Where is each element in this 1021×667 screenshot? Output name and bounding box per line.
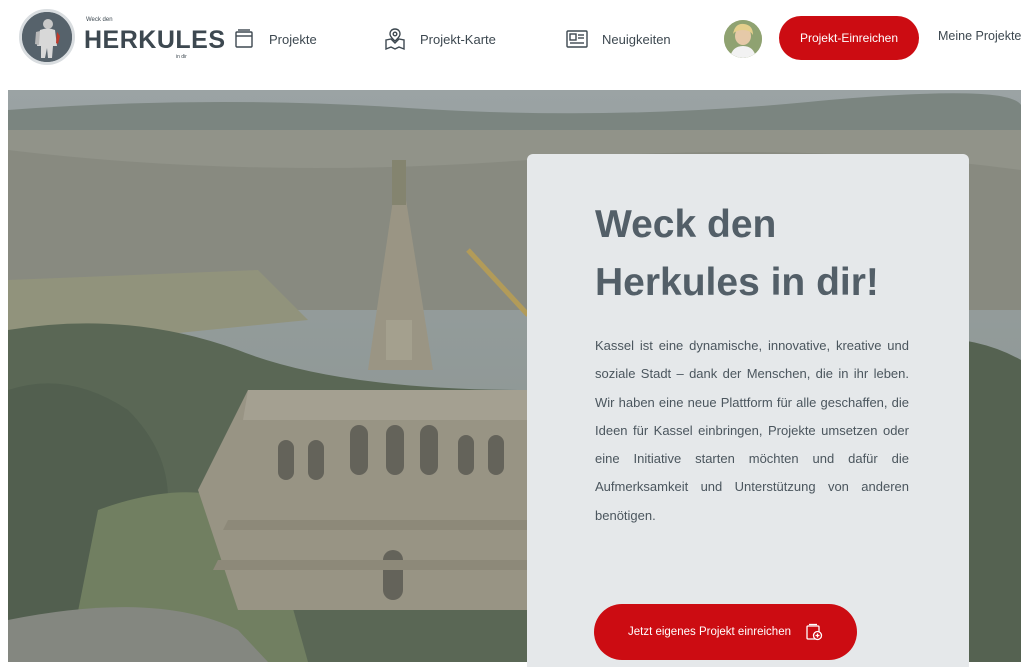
cta-label: Jetzt eigenes Projekt einreichen bbox=[627, 626, 791, 638]
logo-wordmark: HERKULES bbox=[84, 26, 226, 54]
newspaper-icon bbox=[565, 27, 589, 51]
logo-tagline: Weck den bbox=[86, 17, 113, 23]
nav-item-label: Neuigkeiten bbox=[602, 31, 671, 47]
hero-card: Weck den Herkules in dir! Kassel ist ein… bbox=[527, 154, 969, 667]
logo-suffix: in dir bbox=[176, 54, 187, 60]
site-header: Weck den HERKULES in dir Projekte Projek… bbox=[0, 0, 1021, 90]
nav-item-label: Projekte bbox=[269, 31, 317, 47]
add-document-icon bbox=[805, 623, 823, 641]
hero-title: Weck den Herkules in dir! bbox=[595, 196, 915, 312]
hercules-logo-icon bbox=[19, 9, 75, 65]
site-logo[interactable]: Weck den HERKULES in dir bbox=[19, 9, 225, 65]
hero-title-line1: Weck den bbox=[595, 203, 777, 246]
folder-icon bbox=[232, 27, 256, 51]
hero-title-line2: Herkules in dir! bbox=[595, 261, 879, 304]
hero-description: Kassel ist eine dynamische, innovative, … bbox=[595, 338, 909, 523]
nav-item-label: Projekt-Karte bbox=[420, 31, 496, 47]
map-pin-icon bbox=[383, 27, 407, 51]
nav-item-projekte[interactable]: Projekte bbox=[232, 22, 317, 56]
my-projects-link[interactable]: Meine Projekte bbox=[938, 29, 1021, 43]
nav-item-projekt-karte[interactable]: Projekt-Karte bbox=[383, 22, 496, 56]
user-avatar[interactable] bbox=[724, 20, 762, 58]
submit-project-button[interactable]: Projekt-Einreichen bbox=[779, 16, 919, 60]
nav-item-neuigkeiten[interactable]: Neuigkeiten bbox=[565, 22, 671, 56]
submit-own-project-button[interactable]: Jetzt eigenes Projekt einreichen bbox=[594, 604, 857, 660]
